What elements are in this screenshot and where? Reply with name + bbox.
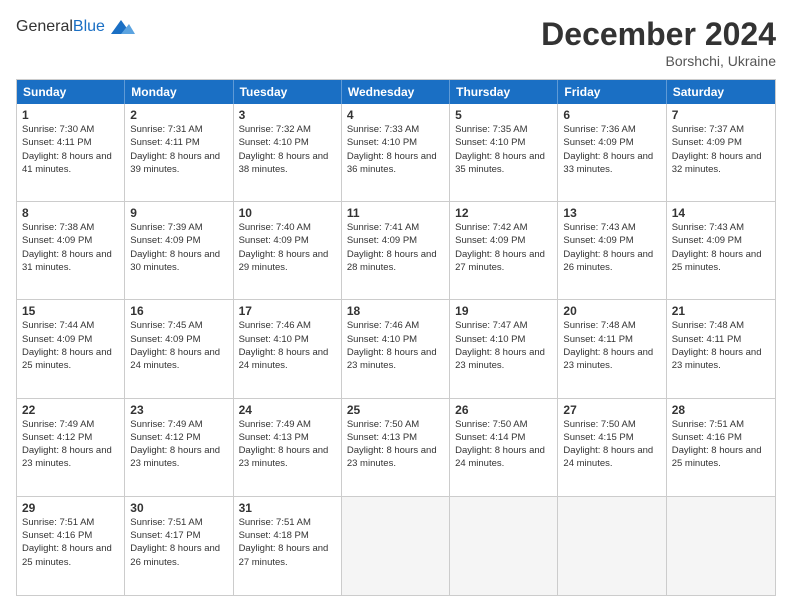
- day-empty-3: [558, 497, 666, 595]
- day-31: 31 Sunrise: 7:51 AMSunset: 4:18 PMDaylig…: [234, 497, 342, 595]
- day-29: 29 Sunrise: 7:51 AMSunset: 4:16 PMDaylig…: [17, 497, 125, 595]
- day-28: 28 Sunrise: 7:51 AMSunset: 4:16 PMDaylig…: [667, 399, 775, 496]
- day-empty-2: [450, 497, 558, 595]
- day-21: 21 Sunrise: 7:48 AMSunset: 4:11 PMDaylig…: [667, 300, 775, 397]
- day-10: 10 Sunrise: 7:40 AMSunset: 4:09 PMDaylig…: [234, 202, 342, 299]
- header-monday: Monday: [125, 80, 233, 104]
- day-19: 19 Sunrise: 7:47 AMSunset: 4:10 PMDaylig…: [450, 300, 558, 397]
- week-row-5: 29 Sunrise: 7:51 AMSunset: 4:16 PMDaylig…: [17, 497, 775, 595]
- calendar: Sunday Monday Tuesday Wednesday Thursday…: [16, 79, 776, 596]
- header-saturday: Saturday: [667, 80, 775, 104]
- week-row-2: 8 Sunrise: 7:38 AMSunset: 4:09 PMDayligh…: [17, 202, 775, 300]
- day-24: 24 Sunrise: 7:49 AMSunset: 4:13 PMDaylig…: [234, 399, 342, 496]
- day-2: 2 Sunrise: 7:31 AMSunset: 4:11 PMDayligh…: [125, 104, 233, 201]
- header-thursday: Thursday: [450, 80, 558, 104]
- week-row-4: 22 Sunrise: 7:49 AMSunset: 4:12 PMDaylig…: [17, 399, 775, 497]
- location: Borshchi, Ukraine: [541, 53, 776, 69]
- header-wednesday: Wednesday: [342, 80, 450, 104]
- day-27: 27 Sunrise: 7:50 AMSunset: 4:15 PMDaylig…: [558, 399, 666, 496]
- day-7: 7 Sunrise: 7:37 AMSunset: 4:09 PMDayligh…: [667, 104, 775, 201]
- day-4: 4 Sunrise: 7:33 AMSunset: 4:10 PMDayligh…: [342, 104, 450, 201]
- day-11: 11 Sunrise: 7:41 AMSunset: 4:09 PMDaylig…: [342, 202, 450, 299]
- day-8: 8 Sunrise: 7:38 AMSunset: 4:09 PMDayligh…: [17, 202, 125, 299]
- day-9: 9 Sunrise: 7:39 AMSunset: 4:09 PMDayligh…: [125, 202, 233, 299]
- logo-general-text: General: [16, 18, 73, 35]
- header-sunday: Sunday: [17, 80, 125, 104]
- day-14: 14 Sunrise: 7:43 AMSunset: 4:09 PMDaylig…: [667, 202, 775, 299]
- day-23: 23 Sunrise: 7:49 AMSunset: 4:12 PMDaylig…: [125, 399, 233, 496]
- week-row-3: 15 Sunrise: 7:44 AMSunset: 4:09 PMDaylig…: [17, 300, 775, 398]
- month-title: December 2024: [541, 16, 776, 53]
- logo: GeneralBlue: [16, 16, 135, 38]
- title-area: December 2024 Borshchi, Ukraine: [541, 16, 776, 69]
- day-17: 17 Sunrise: 7:46 AMSunset: 4:10 PMDaylig…: [234, 300, 342, 397]
- day-3: 3 Sunrise: 7:32 AMSunset: 4:10 PMDayligh…: [234, 104, 342, 201]
- day-26: 26 Sunrise: 7:50 AMSunset: 4:14 PMDaylig…: [450, 399, 558, 496]
- calendar-body: 1 Sunrise: 7:30 AMSunset: 4:11 PMDayligh…: [17, 104, 775, 595]
- logo-blue-text: Blue: [73, 18, 105, 35]
- header: GeneralBlue December 2024 Borshchi, Ukra…: [16, 16, 776, 69]
- day-12: 12 Sunrise: 7:42 AMSunset: 4:09 PMDaylig…: [450, 202, 558, 299]
- calendar-header: Sunday Monday Tuesday Wednesday Thursday…: [17, 80, 775, 104]
- header-friday: Friday: [558, 80, 666, 104]
- week-row-1: 1 Sunrise: 7:30 AMSunset: 4:11 PMDayligh…: [17, 104, 775, 202]
- day-25: 25 Sunrise: 7:50 AMSunset: 4:13 PMDaylig…: [342, 399, 450, 496]
- day-1: 1 Sunrise: 7:30 AMSunset: 4:11 PMDayligh…: [17, 104, 125, 201]
- day-15: 15 Sunrise: 7:44 AMSunset: 4:09 PMDaylig…: [17, 300, 125, 397]
- day-22: 22 Sunrise: 7:49 AMSunset: 4:12 PMDaylig…: [17, 399, 125, 496]
- day-16: 16 Sunrise: 7:45 AMSunset: 4:09 PMDaylig…: [125, 300, 233, 397]
- day-18: 18 Sunrise: 7:46 AMSunset: 4:10 PMDaylig…: [342, 300, 450, 397]
- day-20: 20 Sunrise: 7:48 AMSunset: 4:11 PMDaylig…: [558, 300, 666, 397]
- header-tuesday: Tuesday: [234, 80, 342, 104]
- day-6: 6 Sunrise: 7:36 AMSunset: 4:09 PMDayligh…: [558, 104, 666, 201]
- day-30: 30 Sunrise: 7:51 AMSunset: 4:17 PMDaylig…: [125, 497, 233, 595]
- page: GeneralBlue December 2024 Borshchi, Ukra…: [0, 0, 792, 612]
- day-empty-4: [667, 497, 775, 595]
- logo-icon: [107, 16, 135, 38]
- day-13: 13 Sunrise: 7:43 AMSunset: 4:09 PMDaylig…: [558, 202, 666, 299]
- day-empty-1: [342, 497, 450, 595]
- day-5: 5 Sunrise: 7:35 AMSunset: 4:10 PMDayligh…: [450, 104, 558, 201]
